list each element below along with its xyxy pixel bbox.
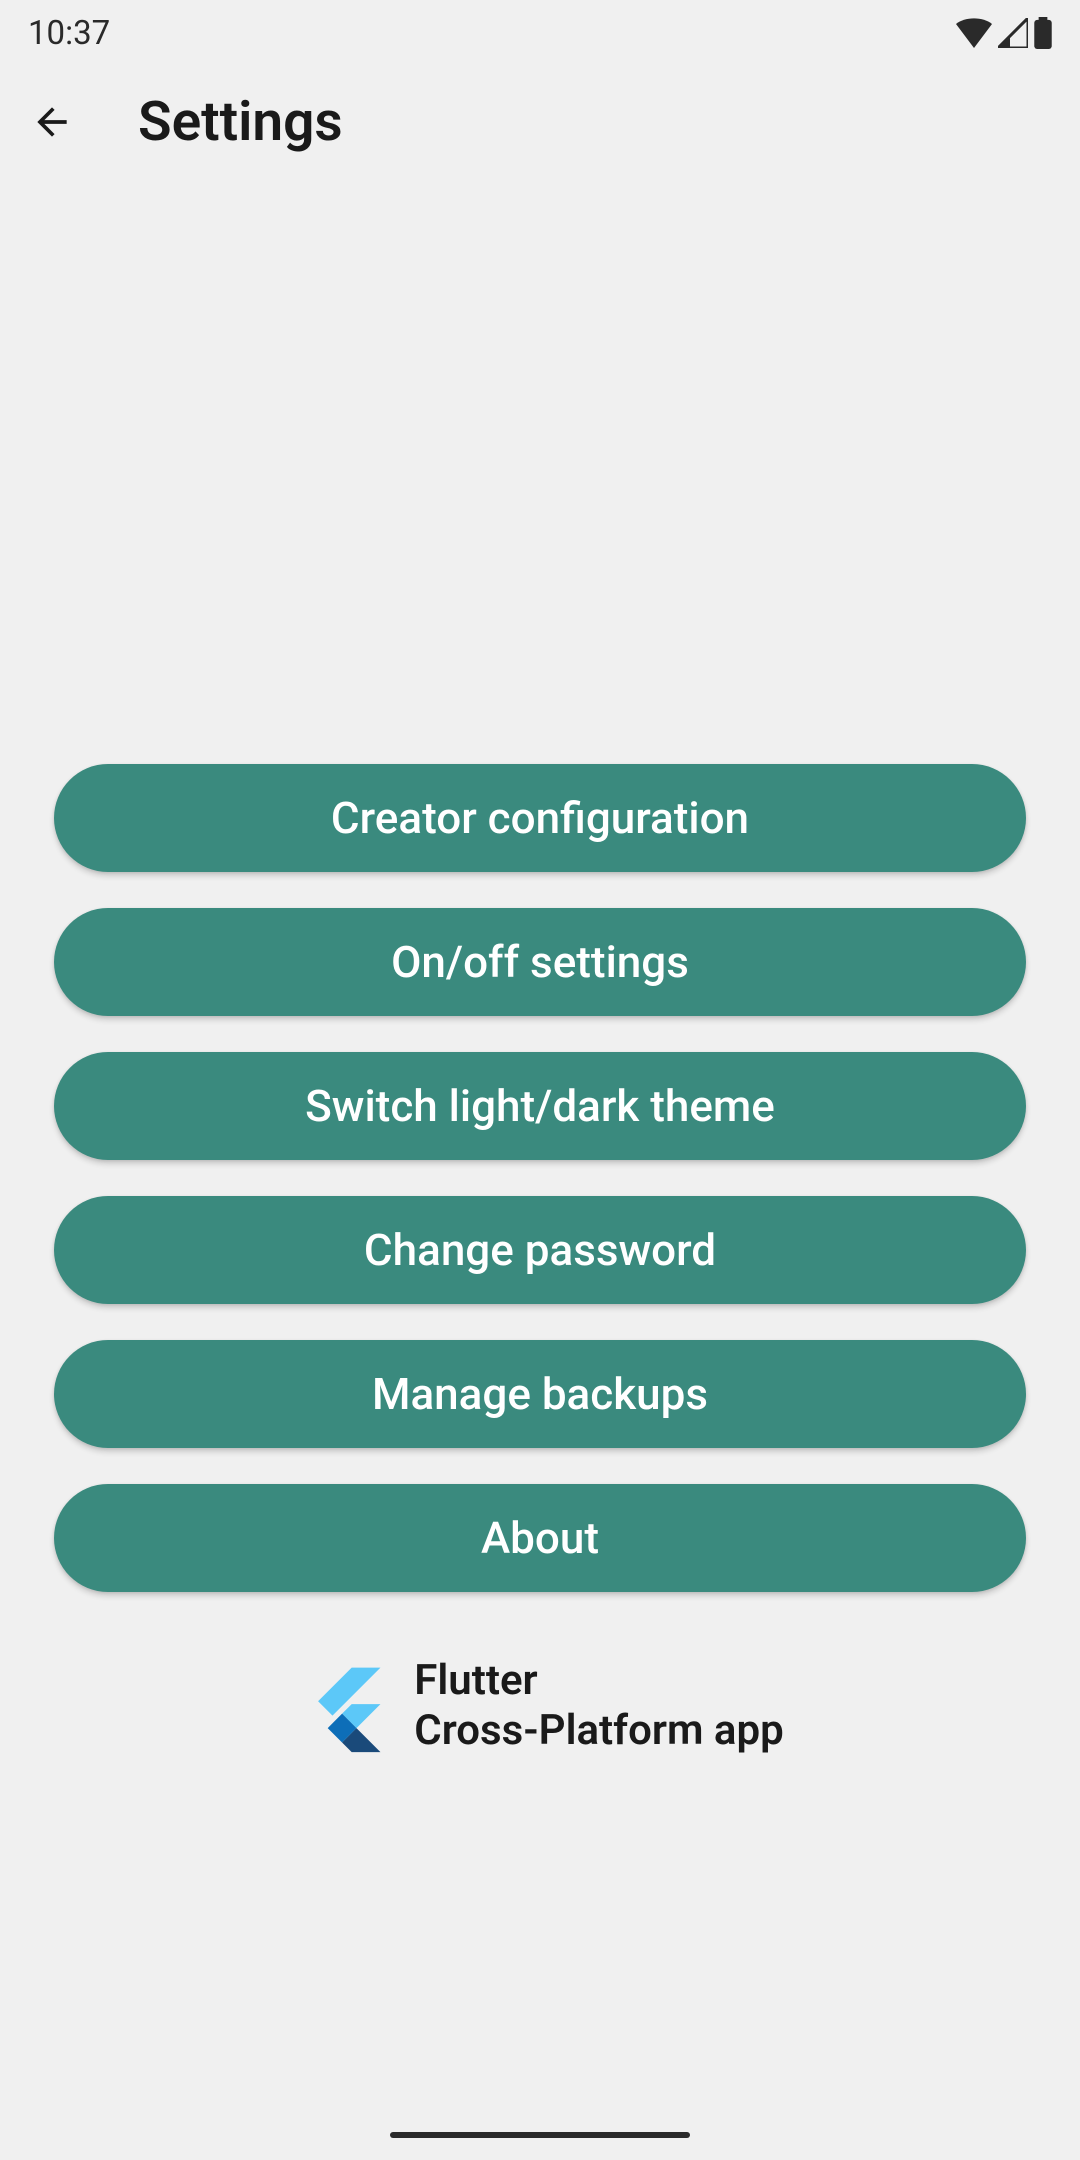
footer: Flutter Cross-Platform app: [54, 1656, 1026, 1757]
footer-line-2: Cross-Platform app: [414, 1706, 783, 1756]
manage-backups-button[interactable]: Manage backups: [54, 1340, 1026, 1448]
status-time: 10:37: [28, 14, 110, 53]
creator-configuration-button[interactable]: Creator configuration: [54, 764, 1026, 872]
navigation-bar-indicator[interactable]: [390, 2132, 690, 2138]
footer-line-1: Flutter: [414, 1656, 783, 1706]
back-arrow-icon[interactable]: [28, 98, 76, 146]
cellular-signal-icon: [998, 18, 1028, 48]
wifi-icon: [956, 18, 992, 48]
app-bar: Settings: [0, 54, 1080, 190]
page-title: Settings: [138, 90, 343, 154]
on-off-settings-button[interactable]: On/off settings: [54, 908, 1026, 1016]
about-button[interactable]: About: [54, 1484, 1026, 1592]
status-icons: [956, 17, 1052, 49]
footer-text: Flutter Cross-Platform app: [414, 1656, 783, 1757]
change-password-button[interactable]: Change password: [54, 1196, 1026, 1304]
spacer: [0, 190, 1080, 764]
status-bar: 10:37: [0, 0, 1080, 54]
main-content: Creator configuration On/off settings Sw…: [0, 764, 1080, 1757]
flutter-logo-icon: [296, 1658, 392, 1754]
battery-icon: [1034, 17, 1052, 49]
switch-theme-button[interactable]: Switch light/dark theme: [54, 1052, 1026, 1160]
